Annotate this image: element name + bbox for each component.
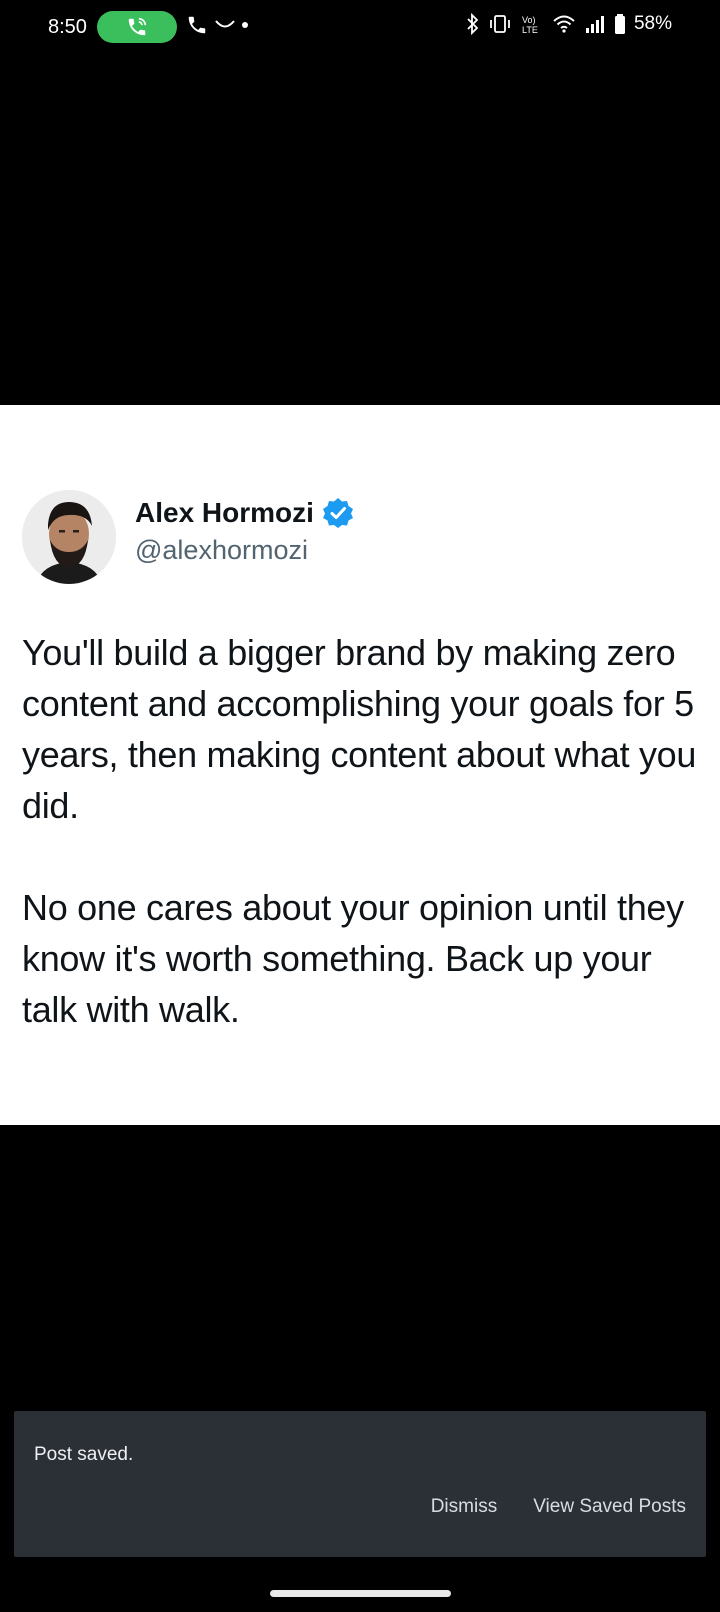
tweet-paragraph: You'll build a bigger brand by making ze… — [22, 632, 697, 826]
status-bar: 8:50 Vo) LTE 58% — [0, 0, 720, 56]
tweet-text: You'll build a bigger brand by making ze… — [22, 627, 712, 1035]
bluetooth-icon — [466, 13, 480, 35]
author-name-text: Alex Hormozi — [135, 497, 314, 528]
signal-icon — [584, 13, 606, 35]
volte-icon: Vo) LTE — [520, 13, 544, 35]
wifi-icon — [552, 13, 576, 35]
phone-call-icon — [126, 16, 148, 38]
ongoing-call-pill[interactable] — [97, 11, 177, 43]
phone-icon — [186, 14, 208, 36]
notification-dot-icon — [242, 22, 248, 28]
battery-icon — [614, 13, 626, 35]
tweet-card: Alex Hormozi @alexhormozi You'll build a… — [0, 405, 720, 1125]
snackbar-message: Post saved. — [34, 1444, 134, 1465]
status-right-icons: Vo) LTE 58% — [466, 13, 672, 35]
svg-text:Vo): Vo) — [522, 15, 536, 25]
view-saved-posts-button[interactable]: View Saved Posts — [533, 1496, 686, 1518]
missed-call-icon — [214, 18, 236, 32]
post-saved-snackbar: Post saved. Dismiss View Saved Posts — [14, 1411, 706, 1557]
author-name: Alex Hormozi — [135, 497, 354, 529]
author-avatar — [22, 490, 116, 584]
status-time: 8:50 — [48, 16, 87, 38]
dismiss-button[interactable]: Dismiss — [431, 1496, 498, 1518]
person-portrait-icon — [22, 490, 116, 584]
verified-badge-icon — [322, 497, 354, 529]
snackbar-actions: Dismiss View Saved Posts — [431, 1496, 686, 1518]
status-left-icons — [186, 14, 248, 36]
author-handle: @alexhormozi — [135, 535, 308, 565]
home-indicator[interactable] — [270, 1590, 451, 1597]
vibrate-icon — [488, 13, 512, 35]
svg-text:LTE: LTE — [522, 25, 538, 35]
battery-percent: 58% — [633, 13, 672, 34]
tweet-paragraph: No one cares about your opinion until th… — [22, 887, 684, 1030]
